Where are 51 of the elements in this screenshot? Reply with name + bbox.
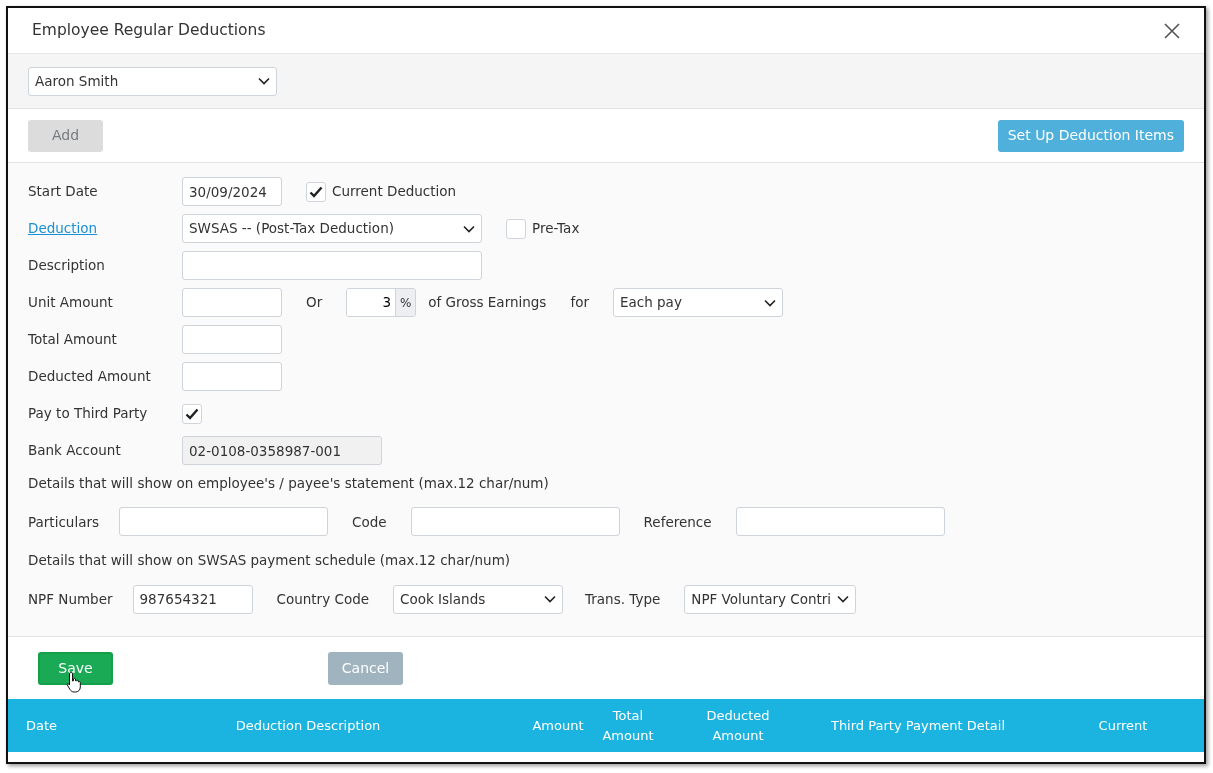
chevron-down-icon xyxy=(837,595,850,603)
chevron-down-icon xyxy=(463,224,475,233)
total-amount-field[interactable] xyxy=(182,325,282,354)
column-header: Deduction Description xyxy=(234,716,382,735)
frequency-select[interactable]: Each pay xyxy=(612,288,783,317)
column-header: Current xyxy=(1097,716,1149,735)
date-field[interactable]: 30/09/2024 xyxy=(182,177,282,206)
field-label: Total Amount xyxy=(28,330,118,350)
deduction-select[interactable]: SWSAS -- (Post-Tax Deduction) xyxy=(182,214,482,243)
particulars-field[interactable] xyxy=(119,507,328,537)
field-label: Reference xyxy=(643,512,712,532)
unit-amount-field[interactable] xyxy=(182,288,282,317)
field-label: for xyxy=(570,293,589,313)
dialog-title: Employee Regular Deductions xyxy=(32,19,266,41)
field-label: Country Code xyxy=(276,589,369,609)
or-text: Or xyxy=(306,293,323,313)
checkbox[interactable] xyxy=(182,403,202,424)
field-label: Unit Amount xyxy=(28,293,114,313)
chevron-down-icon xyxy=(763,298,776,307)
field-label: Pay to Third Party xyxy=(28,404,149,424)
npf-number-field[interactable]: 987654321 xyxy=(132,584,253,614)
field-label: Description xyxy=(28,256,106,276)
checkbox-label: Pre-Tax xyxy=(532,219,580,239)
field-label: Code xyxy=(352,512,387,532)
country-code-select[interactable]: Cook Islands xyxy=(393,584,563,614)
trans-type-select[interactable]: NPF Voluntary Contri xyxy=(684,584,857,614)
field-label: Trans. Type xyxy=(585,589,661,609)
close-icon[interactable] xyxy=(1164,22,1180,39)
column-header: Date xyxy=(26,716,59,735)
field-label: of Gross Earnings xyxy=(428,293,547,313)
section-note: Details that will show on employee's / payee's statement (max.12 char/num) xyxy=(28,474,550,493)
field-label: Deducted Amount xyxy=(28,367,152,387)
chevron-down-icon xyxy=(258,77,270,85)
code-field[interactable] xyxy=(410,507,620,537)
hand-cursor-icon xyxy=(66,671,82,693)
field-label: NPF Number xyxy=(28,589,113,609)
chevron-down-icon xyxy=(544,595,556,603)
checkbox-label: Current Deduction xyxy=(332,182,457,202)
checkbox[interactable] xyxy=(506,218,526,239)
reference-field[interactable] xyxy=(735,507,945,537)
employee-select[interactable]: Aaron Smith xyxy=(28,66,277,96)
section-note: Details that will show on SWSAS payment schedule (max.12 char/num) xyxy=(28,551,512,571)
description-field[interactable] xyxy=(182,251,482,280)
field-label: Start Date xyxy=(28,182,99,202)
column-header: Total Amount xyxy=(601,707,655,745)
field-label: Particulars xyxy=(28,512,99,532)
column-header: Third Party Payment Detail xyxy=(829,716,1007,735)
field-label: Bank Account xyxy=(28,441,122,461)
column-header: Deducted Amount xyxy=(705,707,771,745)
checkbox[interactable] xyxy=(306,181,326,202)
deducted-amount-field[interactable] xyxy=(182,362,282,391)
